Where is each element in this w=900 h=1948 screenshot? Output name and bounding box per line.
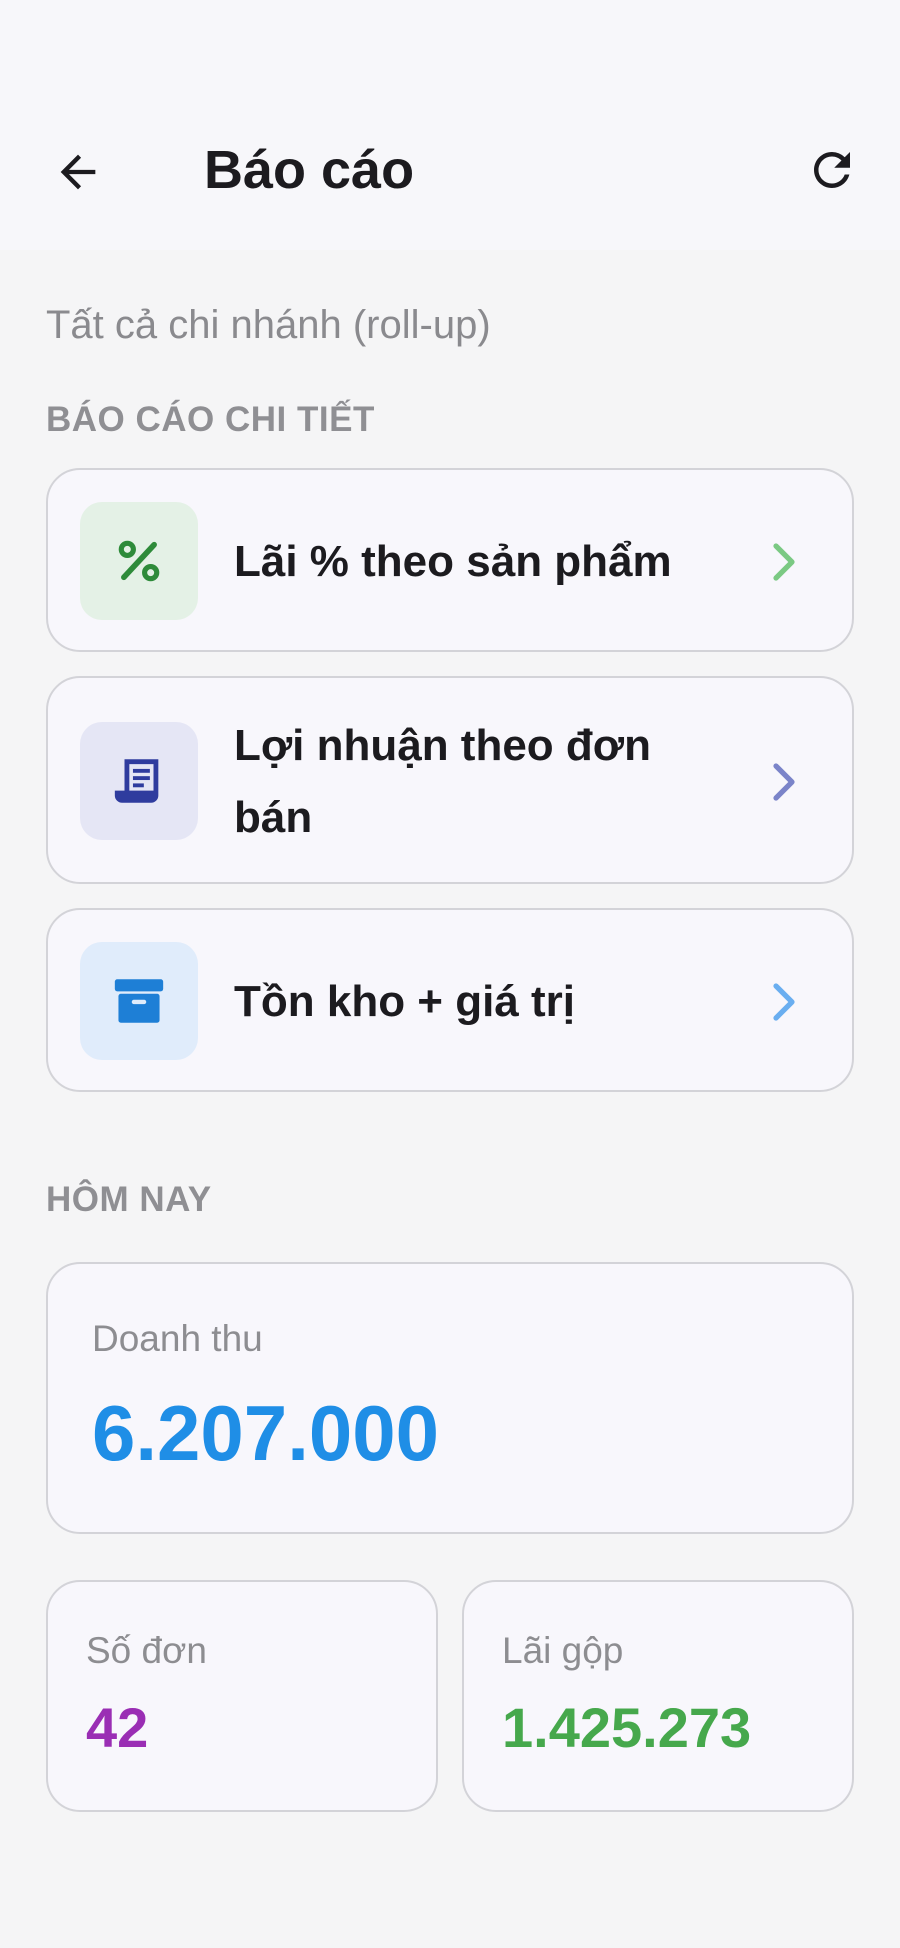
inventory-icon-box (80, 942, 198, 1060)
receipt-icon (114, 759, 159, 803)
orders-value: 42 (86, 1696, 149, 1759)
report-card-inventory-value[interactable]: Tồn kho + giá trị (46, 908, 854, 1092)
gross-profit-label: Lãi gộp (502, 1630, 624, 1671)
chevron-right-icon (768, 762, 802, 802)
chevron-right-icon (768, 542, 802, 582)
percent-icon-box (80, 502, 198, 620)
gross-profit-card: Lãi gộp 1.425.273 (462, 1580, 854, 1812)
percent-icon (118, 540, 160, 582)
gross-profit-value: 1.425.273 (502, 1696, 752, 1759)
revenue-card: Doanh thu 6.207.000 (46, 1262, 854, 1534)
report-card-profit-by-order[interactable]: Lợi nhuận theo đơn bán (46, 676, 854, 884)
revenue-label: Doanh thu (92, 1318, 263, 1359)
chevron-right-icon (768, 982, 802, 1022)
report-label-line-2: bán (234, 793, 313, 842)
revenue-value: 6.207.000 (92, 1389, 440, 1477)
receipt-icon-box (80, 722, 198, 840)
refresh-button[interactable] (800, 138, 864, 202)
back-button[interactable] (46, 140, 110, 204)
arrow-back-icon (60, 154, 96, 190)
report-label: Tồn kho + giá trị (234, 977, 576, 1026)
page-title: Báo cáo (204, 140, 415, 200)
report-label: Lãi % theo sản phẩm (234, 537, 672, 586)
orders-label: Số đơn (86, 1630, 207, 1671)
today-heading: HÔM NAY (46, 1180, 212, 1219)
app-bar: Báo cáo (0, 0, 900, 250)
report-card-margin-by-product[interactable]: Lãi % theo sản phẩm (46, 468, 854, 652)
inventory-box-icon (114, 979, 164, 1023)
refresh-icon (814, 152, 850, 188)
orders-card: Số đơn 42 (46, 1580, 438, 1812)
report-label-line-1: Lợi nhuận theo đơn (234, 721, 651, 770)
branch-scope-label: Tất cả chi nhánh (roll-up) (46, 303, 491, 347)
detail-reports-heading: BÁO CÁO CHI TIẾT (46, 400, 375, 439)
